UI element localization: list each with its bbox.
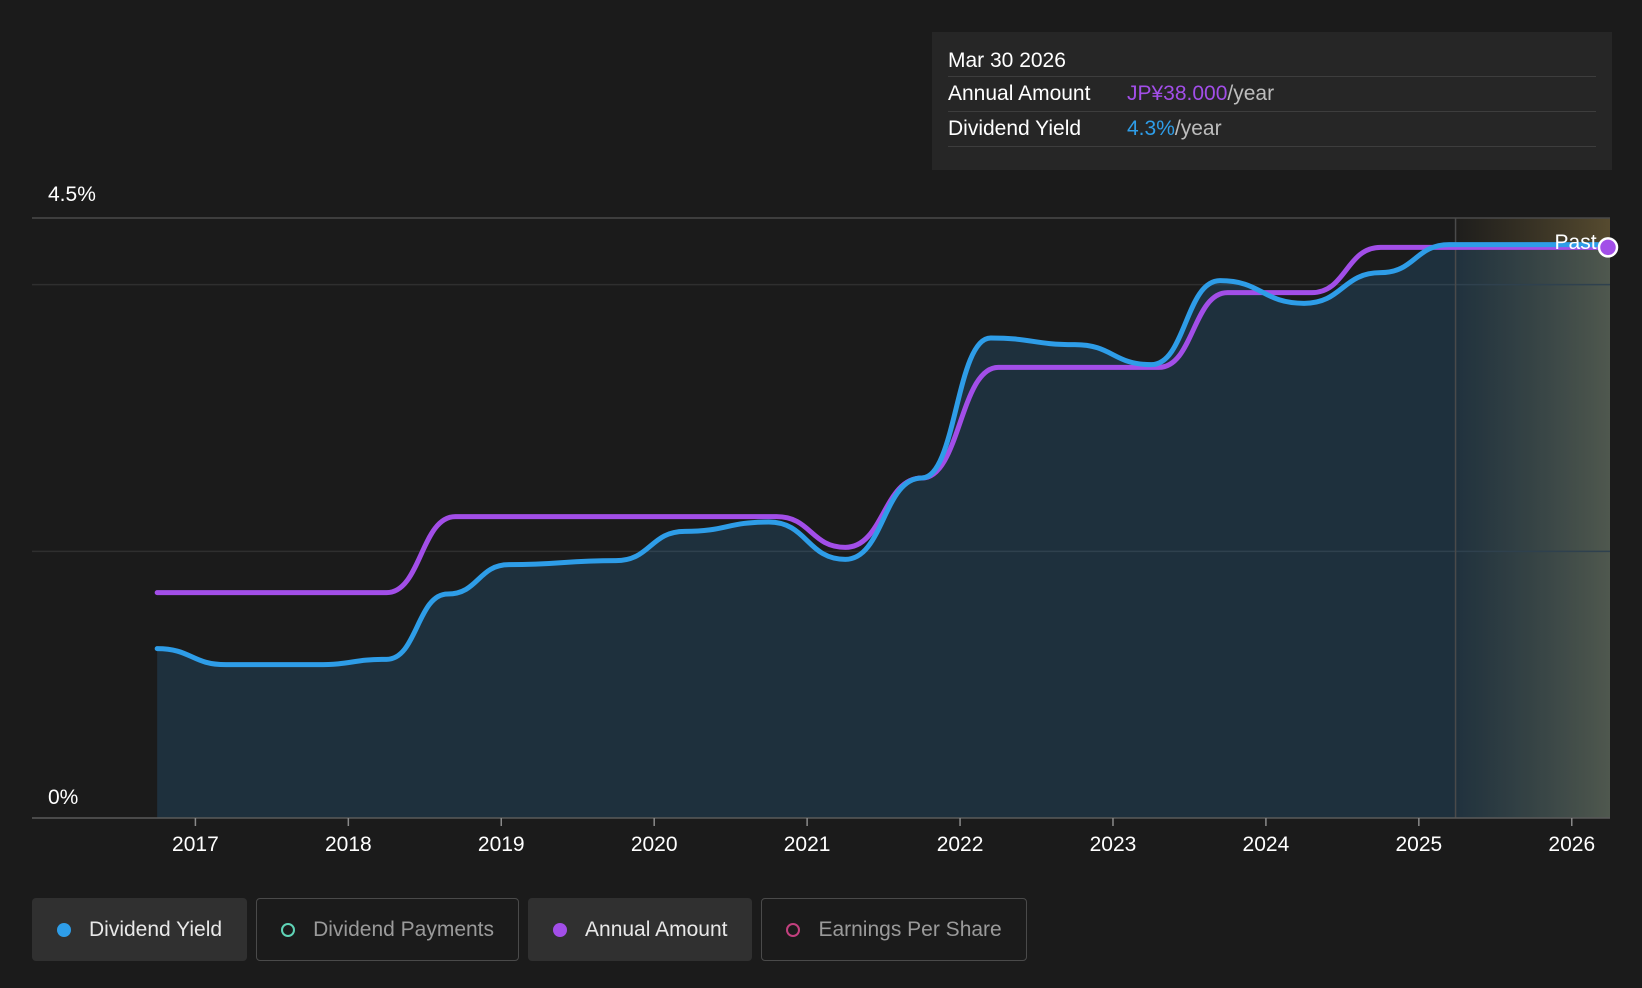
x-tick-label: 2024 bbox=[1243, 833, 1290, 856]
x-tick-label: 2022 bbox=[937, 833, 984, 856]
legend-dot-icon bbox=[786, 922, 801, 937]
legend-dot-icon bbox=[57, 922, 71, 937]
x-tick-label: 2026 bbox=[1548, 833, 1595, 856]
x-tick-label: 2023 bbox=[1090, 833, 1137, 856]
legend-label: Earnings Per Share bbox=[818, 917, 1002, 941]
tooltip-dividend-yield-unit: /year bbox=[1174, 117, 1222, 140]
tooltip-date: Mar 30 2026 bbox=[948, 49, 1066, 72]
tooltip-date-row: Mar 30 2026 bbox=[948, 46, 1596, 77]
tooltip-dividend-yield-label: Dividend Yield bbox=[948, 117, 1082, 140]
x-tick-label: 2025 bbox=[1395, 833, 1442, 856]
legend-label: Annual Amount bbox=[585, 917, 728, 941]
legend-item-annual-amount[interactable]: Annual Amount bbox=[528, 898, 753, 961]
current-value-marker bbox=[1597, 237, 1619, 258]
legend-item-earnings-per-share[interactable]: Earnings Per Share bbox=[761, 898, 1027, 961]
tooltip-dividend-yield-value: 4.3% bbox=[1127, 117, 1175, 140]
legend-dot-icon bbox=[553, 922, 568, 937]
legend-label: Dividend Yield bbox=[89, 917, 223, 941]
x-tick-label: 2021 bbox=[784, 833, 831, 856]
legend-label: Dividend Payments bbox=[313, 917, 495, 941]
tooltip-annual-amount-row: Annual Amount JP¥38.000 /year bbox=[948, 77, 1596, 112]
legend-item-dividend-payments[interactable]: Dividend Payments bbox=[256, 898, 520, 961]
legend-dot-icon bbox=[281, 922, 296, 937]
dividend-yield-area bbox=[157, 244, 1610, 818]
chart-legend: Dividend Yield Dividend Payments Annual … bbox=[32, 898, 1027, 961]
x-tick-label: 2018 bbox=[325, 833, 372, 856]
tooltip-dividend-yield-row: Dividend Yield 4.3% /year bbox=[948, 112, 1596, 147]
y-tick-label-top: 4.5% bbox=[48, 183, 96, 206]
tooltip-annual-amount-value: JP¥38.000 bbox=[1127, 82, 1228, 105]
tooltip-annual-amount-unit: /year bbox=[1227, 82, 1275, 105]
x-tick-label: 2017 bbox=[172, 833, 219, 856]
x-tick-label: 2019 bbox=[478, 833, 525, 856]
chart-tooltip: Mar 30 2026 Annual Amount JP¥38.000 /yea… bbox=[932, 32, 1612, 170]
y-tick-label-bottom: 0% bbox=[48, 786, 78, 809]
x-tick-label: 2020 bbox=[631, 833, 678, 856]
tooltip-annual-amount-label: Annual Amount bbox=[948, 82, 1091, 105]
legend-item-dividend-yield[interactable]: Dividend Yield bbox=[32, 898, 248, 961]
past-label: Past bbox=[1555, 231, 1597, 254]
